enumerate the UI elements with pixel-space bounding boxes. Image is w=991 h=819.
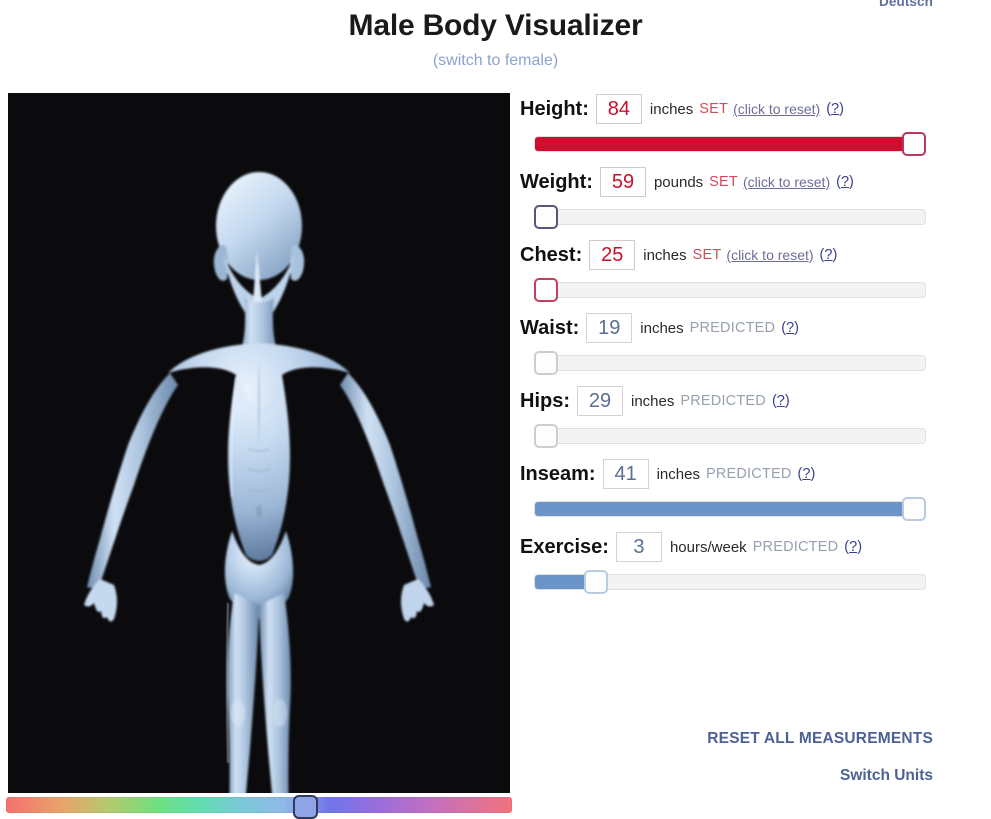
waist-input[interactable]: [586, 313, 632, 343]
height-slider-handle[interactable]: [902, 132, 926, 156]
hips-input[interactable]: [577, 386, 623, 416]
inseam-slider[interactable]: [534, 497, 926, 521]
measurement-row-exercise: Exercise: hours/week PREDICTED (?): [520, 530, 980, 594]
weight-state-badge: SET: [709, 174, 738, 190]
height-label: Height:: [520, 98, 589, 121]
measurement-line: Chest: inches SET (click to reset) (?): [520, 238, 980, 272]
help-question-mark: ?: [802, 466, 810, 482]
weight-unit: pounds: [654, 174, 703, 191]
height-slider-fill: [535, 137, 911, 151]
weight-slider-handle[interactable]: [534, 205, 558, 229]
measurement-line: Waist: inches PREDICTED (?): [520, 311, 980, 345]
weight-help-icon[interactable]: (?): [836, 174, 854, 190]
inseam-slider-fill: [535, 502, 911, 516]
chest-reset-link[interactable]: (click to reset): [726, 247, 813, 263]
weight-slider-track[interactable]: [534, 209, 926, 225]
waist-slider[interactable]: [534, 351, 926, 375]
chest-slider-handle[interactable]: [534, 278, 558, 302]
measurement-line: Exercise: hours/week PREDICTED (?): [520, 530, 980, 564]
height-slider[interactable]: [534, 132, 926, 156]
chest-help-icon[interactable]: (?): [820, 247, 838, 263]
reset-all-measurements-button[interactable]: RESET ALL MEASUREMENTS: [520, 730, 933, 748]
chest-slider[interactable]: [534, 278, 926, 302]
chest-slider-track[interactable]: [534, 282, 926, 298]
inseam-label: Inseam:: [520, 463, 596, 486]
page-header: Male Body Visualizer (switch to female): [0, 0, 991, 70]
avatar-viewport[interactable]: [8, 93, 510, 793]
rotation-slider-handle[interactable]: [293, 795, 318, 819]
height-reset-link[interactable]: (click to reset): [733, 101, 820, 117]
height-help-icon[interactable]: (?): [826, 101, 844, 117]
hips-state-badge: PREDICTED: [680, 393, 766, 409]
measurement-line: Height: inches SET (click to reset) (?): [520, 92, 980, 126]
chest-label: Chest:: [520, 244, 582, 267]
waist-label: Waist:: [520, 317, 579, 340]
inseam-help-icon[interactable]: (?): [798, 466, 816, 482]
hips-slider-track[interactable]: [534, 428, 926, 444]
exercise-input[interactable]: [616, 532, 662, 562]
inseam-state-badge: PREDICTED: [706, 466, 792, 482]
exercise-label: Exercise:: [520, 536, 609, 559]
measurement-row-height: Height: inches SET (click to reset) (?): [520, 92, 980, 156]
page-title: Male Body Visualizer: [0, 8, 991, 44]
chest-state-badge: SET: [693, 247, 722, 263]
chest-input[interactable]: [589, 240, 635, 270]
hips-slider[interactable]: [534, 424, 926, 448]
waist-state-badge: PREDICTED: [690, 320, 776, 336]
rotation-hue-slider[interactable]: [6, 795, 512, 815]
height-input[interactable]: [596, 94, 642, 124]
weight-input[interactable]: [600, 167, 646, 197]
measurement-row-inseam: Inseam: inches PREDICTED (?): [520, 457, 980, 521]
rotation-slider-track[interactable]: [6, 797, 512, 813]
exercise-state-badge: PREDICTED: [753, 539, 839, 555]
chest-unit: inches: [643, 247, 686, 264]
inseam-input[interactable]: [603, 459, 649, 489]
inseam-unit: inches: [657, 466, 700, 483]
waist-unit: inches: [640, 320, 683, 337]
app-root: Deutsch Male Body Visualizer (switch to …: [0, 0, 991, 819]
exercise-slider[interactable]: [534, 570, 926, 594]
switch-units-button[interactable]: Switch Units: [520, 767, 933, 785]
measurement-row-hips: Hips: inches PREDICTED (?): [520, 384, 980, 448]
body-model-render: [8, 93, 510, 793]
exercise-help-icon[interactable]: (?): [844, 539, 862, 555]
measurement-line: Hips: inches PREDICTED (?): [520, 384, 980, 418]
waist-help-icon[interactable]: (?): [781, 320, 799, 336]
action-links: RESET ALL MEASUREMENTS Switch Units: [520, 730, 933, 785]
help-question-mark: ?: [786, 320, 794, 336]
waist-slider-track[interactable]: [534, 355, 926, 371]
height-state-badge: SET: [699, 101, 728, 117]
measurement-controls: Height: inches SET (click to reset) (?) …: [520, 92, 980, 603]
measurement-line: Inseam: inches PREDICTED (?): [520, 457, 980, 491]
help-question-mark: ?: [831, 101, 839, 117]
help-question-mark: ?: [777, 393, 785, 409]
hips-slider-handle[interactable]: [534, 424, 558, 448]
measurement-row-waist: Waist: inches PREDICTED (?): [520, 311, 980, 375]
weight-slider[interactable]: [534, 205, 926, 229]
weight-label: Weight:: [520, 171, 593, 194]
measurement-line: Weight: pounds SET (click to reset) (?): [520, 165, 980, 199]
exercise-slider-handle[interactable]: [584, 570, 608, 594]
measurement-row-chest: Chest: inches SET (click to reset) (?): [520, 238, 980, 302]
switch-gender-link[interactable]: (switch to female): [433, 52, 558, 70]
inseam-slider-handle[interactable]: [902, 497, 926, 521]
waist-slider-handle[interactable]: [534, 351, 558, 375]
weight-reset-link[interactable]: (click to reset): [743, 174, 830, 190]
measurement-row-weight: Weight: pounds SET (click to reset) (?): [520, 165, 980, 229]
exercise-unit: hours/week: [670, 539, 747, 556]
height-unit: inches: [650, 101, 693, 118]
help-question-mark: ?: [849, 539, 857, 555]
help-question-mark: ?: [841, 174, 849, 190]
hips-help-icon[interactable]: (?): [772, 393, 790, 409]
hips-unit: inches: [631, 393, 674, 410]
help-question-mark: ?: [824, 247, 832, 263]
hips-label: Hips:: [520, 390, 570, 413]
